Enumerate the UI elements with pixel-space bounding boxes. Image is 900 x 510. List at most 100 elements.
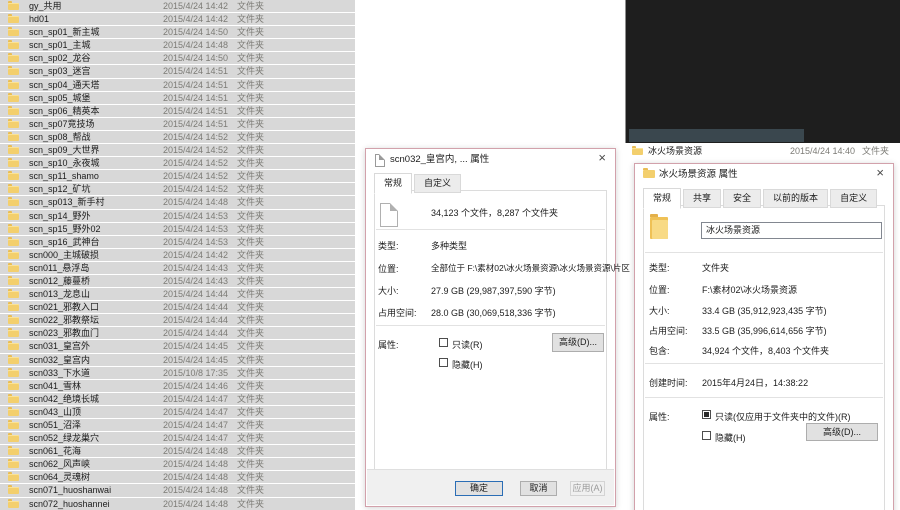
folder-icon (8, 223, 19, 233)
file-date-modified: 2015/4/24 14:53 (163, 236, 229, 247)
folder-icon (8, 27, 19, 37)
file-type: 文件夹 (237, 380, 265, 391)
close-icon[interactable]: × (598, 150, 606, 165)
folder-icon (8, 446, 19, 456)
file-type: 文件夹 (237, 236, 265, 247)
tab[interactable]: 自定义 (414, 174, 462, 193)
size-value: 33.4 GB (35,912,923,435 字节) (702, 306, 827, 316)
readonly-checkbox[interactable] (439, 338, 448, 347)
file-row[interactable]: scn061_花海 2015/4/24 14:48 文件夹 (0, 445, 355, 458)
file-name: scn033_下水道 (29, 367, 91, 378)
file-type: 文件夹 (237, 223, 265, 234)
ok-button[interactable]: 确定 (455, 481, 503, 496)
folder-icon (8, 131, 19, 141)
tab[interactable]: 自定义 (830, 189, 878, 208)
file-row[interactable]: scn042_绝境长城 2015/4/24 14:47 文件夹 (0, 392, 355, 405)
file-type: 文件夹 (237, 105, 265, 116)
folder-icon (8, 197, 19, 207)
advanced-button[interactable]: 高级(D)... (806, 423, 878, 441)
file-row[interactable]: scn064_灵魂树 2015/4/24 14:48 文件夹 (0, 471, 355, 484)
folder-icon (8, 210, 19, 220)
file-row[interactable]: scn031_皇宫外 2015/4/24 14:45 文件夹 (0, 340, 355, 353)
separator (376, 325, 605, 326)
file-row[interactable]: scn012_藤蔓桥 2015/4/24 14:43 文件夹 (0, 274, 355, 288)
location-label: 位置: (378, 264, 399, 274)
hidden-label: 隐藏(H) (452, 360, 483, 370)
file-row[interactable]: scn011_悬浮岛 2015/4/24 14:43 文件夹 (0, 261, 355, 274)
file-row[interactable]: scn_sp08_帮战 2015/4/24 14:52 文件夹 (0, 130, 355, 144)
close-icon[interactable]: × (876, 165, 884, 180)
file-row[interactable]: scn072_huoshannei 2015/4/24 14:48 文件夹 (0, 497, 355, 510)
hidden-checkbox[interactable] (702, 431, 711, 440)
file-row[interactable]: scn_sp01_新主城 2015/4/24 14:50 文件夹 (0, 26, 355, 39)
file-row[interactable]: scn033_下水道 2015/10/8 17:35 文件夹 (0, 366, 355, 379)
tab-strip: 常规 共享 安全 以前的版本 自定义 (643, 188, 879, 209)
file-row[interactable]: scn022_邪教祭坛 2015/4/24 14:44 文件夹 (0, 314, 355, 327)
cancel-button[interactable]: 取消 (520, 481, 557, 496)
file-row[interactable]: scn051_沼泽 2015/4/24 14:47 文件夹 (0, 419, 355, 432)
file-date-modified: 2015/4/24 14:51 (163, 92, 229, 103)
file-row[interactable]: hd01 2015/4/24 14:42 文件夹 (0, 13, 355, 26)
tab[interactable]: 共享 (683, 189, 722, 208)
file-row[interactable]: scn043_山顶 2015/4/24 14:47 文件夹 (0, 405, 355, 418)
file-row[interactable]: scn_sp10_永夜城 2015/4/24 14:52 文件夹 (0, 157, 355, 170)
file-type: 文件夹 (237, 66, 265, 77)
file-row[interactable]: scn041_雪林 2015/4/24 14:46 文件夹 (0, 379, 355, 392)
file-row[interactable]: scn_sp013_新手村 2015/4/24 14:48 文件夹 (0, 196, 355, 209)
file-type: 文件夹 (237, 210, 265, 221)
file-row[interactable]: scn_sp16_武神台 2015/4/24 14:53 文件夹 (0, 235, 355, 248)
file-type: 文件夹 (237, 485, 265, 496)
file-row[interactable]: scn000_主城破损 2015/4/24 14:42 文件夹 (0, 248, 355, 261)
type-value: 多种类型 (431, 241, 468, 251)
file-name: scn013_龙息山 (29, 289, 91, 300)
folder-icon (8, 433, 19, 443)
file-row[interactable]: scn_sp01_主城 2015/4/24 14:48 文件夹 (0, 39, 355, 52)
file-row[interactable]: scn021_邪教入口 2015/4/24 14:44 文件夹 (0, 301, 355, 314)
file-name: scn061_花海 (29, 446, 82, 457)
file-date-modified: 2015/4/24 14:52 (163, 171, 229, 182)
file-row[interactable]: scn023_邪教血门 2015/4/24 14:44 文件夹 (0, 327, 355, 340)
file-row[interactable]: scn_sp14_野外 2015/4/24 14:53 文件夹 (0, 209, 355, 222)
file-row[interactable]: scn_sp06_精英本 2015/4/24 14:51 文件夹 (0, 104, 355, 117)
file-row[interactable]: scn_sp09_大世界 2015/4/24 14:52 文件夹 (0, 144, 355, 157)
file-type: 文件夹 (237, 341, 265, 352)
file-row[interactable]: scn013_龙息山 2015/4/24 14:44 文件夹 (0, 288, 355, 301)
file-row[interactable]: scn032_皇宫内 2015/4/24 14:45 文件夹 (0, 353, 355, 366)
file-date-modified: 2015/4/24 14:48 (163, 197, 229, 208)
tab[interactable]: 以前的版本 (763, 189, 829, 208)
file-row[interactable]: scn_sp02_龙谷 2015/4/24 14:50 文件夹 (0, 52, 355, 65)
folder-icon (8, 79, 19, 89)
file-date-modified: 2015/4/24 14:42 (163, 249, 229, 260)
file-row[interactable]: gy_共用 2015/4/24 14:42 文件夹 (0, 0, 355, 13)
folder-icon (8, 406, 19, 416)
file-row[interactable]: scn062_风声峡 2015/4/24 14:48 文件夹 (0, 458, 355, 471)
file-row[interactable]: scn_sp05_城堡 2015/4/24 14:51 文件夹 (0, 91, 355, 104)
tab[interactable]: 常规 (643, 188, 682, 209)
file-name: scn064_灵魂树 (29, 472, 91, 483)
file-row[interactable]: scn071_huoshanwai 2015/4/24 14:48 文件夹 (0, 484, 355, 497)
hidden-checkbox[interactable] (439, 358, 448, 367)
file-date-modified: 2015/4/24 14:47 (163, 420, 229, 430)
file-row[interactable]: scn052_绿龙巢穴 2015/4/24 14:47 文件夹 (0, 432, 355, 445)
tab[interactable]: 常规 (374, 173, 413, 194)
file-type: 文件夹 (237, 262, 265, 273)
apply-button: 应用(A) (570, 481, 605, 496)
file-date-modified: 2015/4/24 14:44 (163, 315, 229, 326)
file-date-modified: 2015/4/24 14:44 (163, 289, 229, 300)
file-type: 文件夹 (237, 393, 265, 404)
file-row[interactable]: scn_sp12_矿坑 2015/4/24 14:52 文件夹 (0, 183, 355, 196)
folder-name-input[interactable]: 冰火场景资源 (701, 222, 882, 239)
tab[interactable]: 安全 (723, 189, 762, 208)
file-type: 文件夹 (237, 131, 265, 142)
file-row[interactable]: scn_sp07竞技场 2015/4/24 14:51 文件夹 (0, 117, 355, 130)
file-row[interactable]: scn_sp15_野外02 2015/4/24 14:53 文件夹 (0, 222, 355, 235)
advanced-button[interactable]: 高级(D)... (552, 333, 604, 352)
file-row[interactable]: scn_sp04_通天塔 2015/4/24 14:51 文件夹 (0, 78, 355, 91)
file-row[interactable]: 冰火场景资源 2015/4/24 14:40 文件夹 (625, 144, 900, 160)
file-type: 文件夹 (237, 289, 265, 300)
file-name: scn_sp01_新主城 (29, 27, 100, 38)
properties-dialog-selection: scn032_皇宫内, ... 属性 × 常规 自定义 34,123 个文件，8,… (365, 148, 630, 507)
file-row[interactable]: scn_sp03_迷宫 2015/4/24 14:51 文件夹 (0, 65, 355, 78)
readonly-checkbox[interactable] (702, 410, 711, 419)
file-row[interactable]: scn_sp11_shamo 2015/4/24 14:52 文件夹 (0, 170, 355, 183)
